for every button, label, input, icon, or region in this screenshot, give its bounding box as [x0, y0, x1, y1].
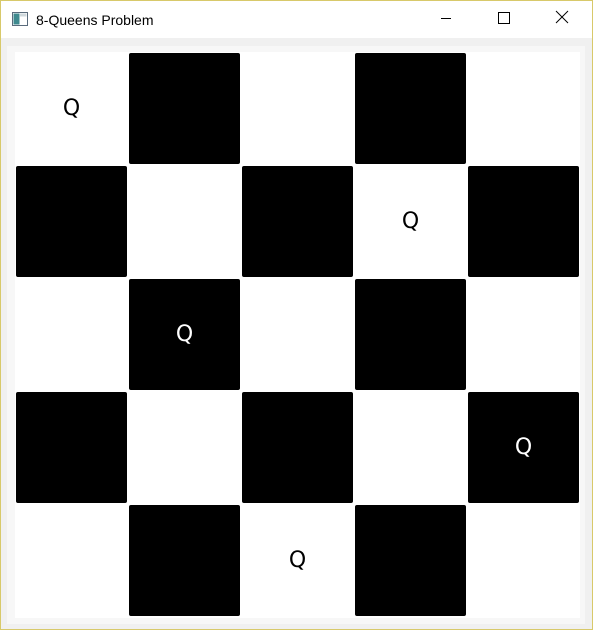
board-cell-r3-c3[interactable]	[241, 278, 354, 391]
board-cell-r2-c1[interactable]	[15, 165, 128, 278]
board-cell-r2-c2[interactable]	[128, 165, 241, 278]
minimize-icon	[440, 11, 452, 29]
board-cell-r5-c1[interactable]	[15, 504, 128, 617]
board-cell-r1-c3[interactable]	[241, 52, 354, 165]
board-cell-r4-c3[interactable]	[241, 391, 354, 504]
board-cell-r5-c3[interactable]: Q	[241, 504, 354, 617]
board-cell-r1-c5[interactable]	[467, 52, 580, 165]
app-window: 8-Queens Problem Q Q Q Q Q	[0, 0, 593, 630]
window-title: 8-Queens Problem	[36, 12, 154, 28]
board-cell-r4-c1[interactable]	[15, 391, 128, 504]
maximize-button[interactable]	[481, 1, 527, 38]
board-cell-r3-c2[interactable]: Q	[128, 278, 241, 391]
queen-piece: Q	[62, 95, 81, 121]
queen-piece: Q	[288, 547, 307, 573]
board-cell-r4-c5[interactable]: Q	[467, 391, 580, 504]
board-cell-r5-c5[interactable]	[467, 504, 580, 617]
minimize-button[interactable]	[423, 1, 469, 38]
board-cell-r5-c2[interactable]	[128, 504, 241, 617]
board-cell-r1-c1[interactable]: Q	[15, 52, 128, 165]
queen-piece: Q	[401, 208, 420, 234]
close-icon	[555, 10, 569, 29]
app-window-icon	[12, 12, 28, 26]
board-cell-r2-c3[interactable]	[241, 165, 354, 278]
queen-piece: Q	[514, 434, 533, 460]
board-cell-r3-c5[interactable]	[467, 278, 580, 391]
board-area: Q Q Q Q Q	[7, 46, 585, 624]
close-button[interactable]	[539, 1, 585, 38]
board-cell-r3-c1[interactable]	[15, 278, 128, 391]
board-cell-r1-c4[interactable]	[354, 52, 467, 165]
queen-piece: Q	[175, 321, 194, 347]
board-cell-r4-c2[interactable]	[128, 391, 241, 504]
title-bar[interactable]: 8-Queens Problem	[1, 1, 592, 38]
board-cell-r2-c4[interactable]: Q	[354, 165, 467, 278]
maximize-icon	[498, 11, 510, 29]
board-cell-r4-c4[interactable]	[354, 391, 467, 504]
chess-board: Q Q Q Q Q	[15, 52, 580, 618]
board-cell-r5-c4[interactable]	[354, 504, 467, 617]
board-cell-r2-c5[interactable]	[467, 165, 580, 278]
board-cell-r3-c4[interactable]	[354, 278, 467, 391]
board-cell-r1-c2[interactable]	[128, 52, 241, 165]
